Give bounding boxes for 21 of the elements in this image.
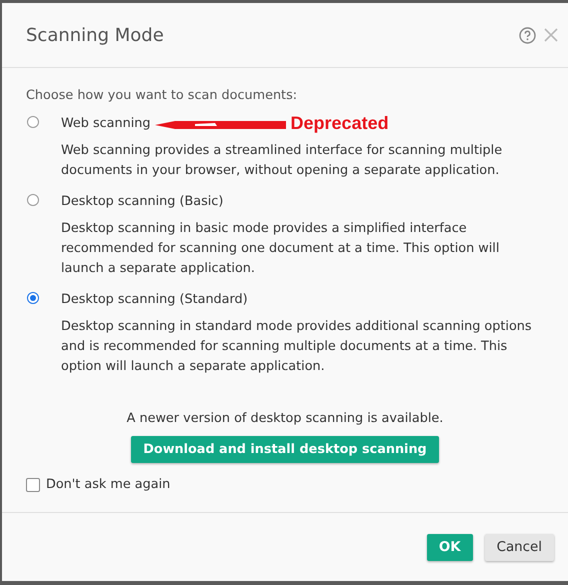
option-label: Desktop scanning (Basic) — [61, 194, 224, 208]
option-description: Web scanning provides a streamlined interface for scanning multiple documents in your browser, without opening a separate application. — [61, 142, 504, 180]
cancel-button[interactable]: Cancel — [484, 534, 554, 560]
option-label: Web scanning — [61, 116, 151, 130]
help-icon[interactable] — [519, 26, 536, 44]
annotation-text: Deprecated — [290, 112, 389, 134]
radio-button[interactable] — [27, 292, 39, 304]
dialog-title: Scanning Mode — [26, 24, 165, 46]
checkbox[interactable] — [26, 478, 40, 492]
radio-button[interactable] — [27, 116, 39, 128]
radio-button[interactable] — [27, 194, 39, 206]
option-description: Desktop scanning in standard mode provides additional scanning options and is recommended for scanning multiple documents at a time. This option will launch a separate application. — [61, 318, 533, 376]
intro-text: Choose how you want to scan documents: — [26, 88, 298, 103]
close-icon[interactable] — [544, 28, 558, 42]
checkbox-label: Don't ask me again — [46, 477, 170, 492]
ok-button[interactable]: OK — [426, 534, 473, 560]
update-notice: A newer version of desktop scanning is available. — [126, 411, 444, 426]
option-description: Desktop scanning in basic mode provides a simplified interface recommended for scanning one document at a time. This option will launch a separate application. — [61, 220, 500, 278]
download-button[interactable]: Download and install desktop scanning — [131, 436, 439, 463]
option-label: Desktop scanning (Standard) — [61, 292, 248, 306]
annotation-arrow-icon — [154, 120, 287, 130]
